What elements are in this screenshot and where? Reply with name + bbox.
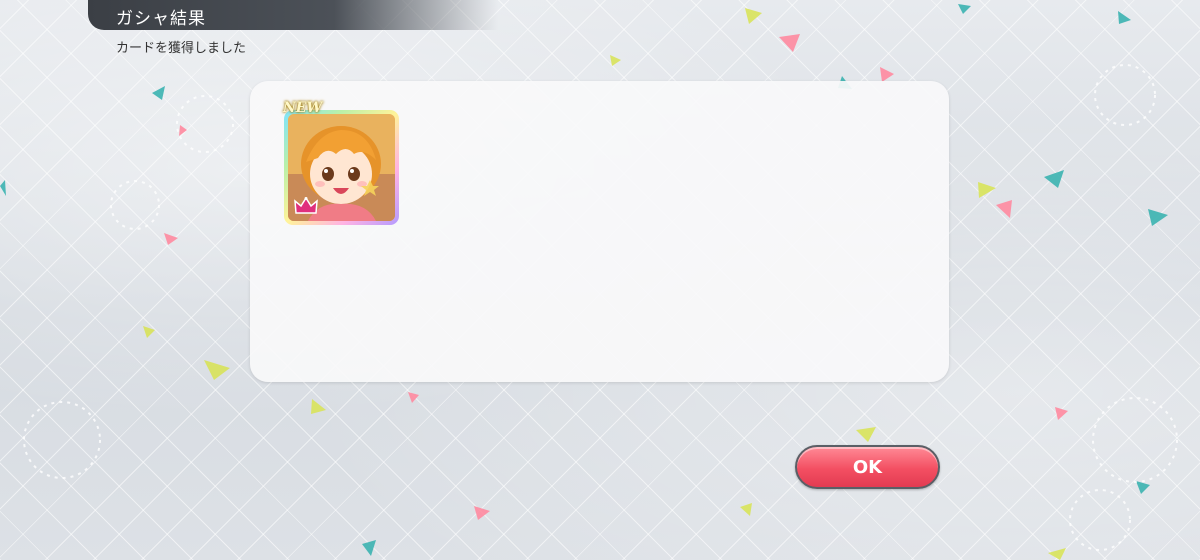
crown-icon	[294, 197, 318, 214]
ok-button[interactable]: OK	[795, 445, 940, 489]
new-badge: NEW	[283, 100, 323, 116]
page-title: ガシャ結果	[116, 9, 206, 29]
idol-portrait-icon	[288, 114, 395, 221]
card-thumbnail[interactable]	[284, 110, 399, 225]
page-subtitle: カードを獲得しました	[116, 41, 247, 56]
